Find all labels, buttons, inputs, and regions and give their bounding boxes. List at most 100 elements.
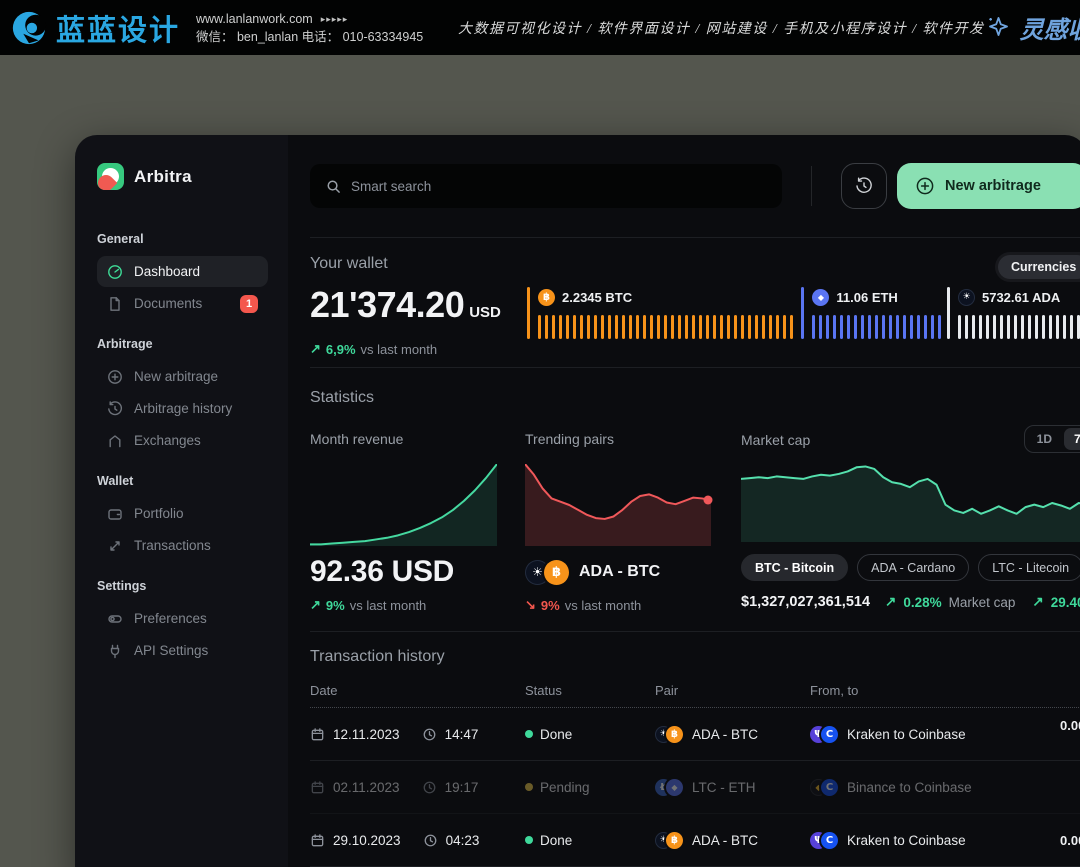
sidebar: Arbitra General Dashboard Documents 1 — [75, 135, 288, 867]
sidebar-item-dashboard[interactable]: Dashboard — [97, 256, 268, 287]
col-date: Date — [310, 683, 525, 698]
tx-pair: ADA - BTC — [655, 832, 810, 849]
wallet-amount-block: 21'374.20USD ↗ 6,9% vs last month — [310, 285, 527, 357]
coinbase-icon — [821, 779, 838, 796]
sidebar-item-api-settings[interactable]: API Settings — [97, 635, 268, 666]
transactions-header: Date Status Pair From, to — [310, 673, 1080, 708]
tx-date: 02.11.2023 19:17 — [310, 780, 525, 795]
coinbase-icon — [821, 726, 838, 743]
wallet-segment-ada: 5732.61 ADA — [947, 287, 1080, 339]
history-icon — [855, 177, 873, 195]
promo-banner: 蓝蓝设计 www.lanlanwork.com ▸▸▸▸▸ 微信： ben_la… — [0, 0, 1080, 55]
market-cap-chart — [741, 459, 1080, 542]
tx-date: 29.10.2023 04:23 — [310, 833, 525, 848]
sidebar-item-exchanges[interactable]: Exchanges — [97, 425, 268, 456]
toggle-currencies[interactable]: Currencies — [998, 255, 1080, 279]
sidebar-item-label: Exchanges — [134, 433, 201, 448]
btc-icon — [666, 726, 683, 743]
sidebar-item-transactions[interactable]: Transactions — [97, 530, 268, 561]
sidebar-item-new-arbitrage[interactable]: New arbitrage — [97, 361, 268, 392]
plus-circle-icon — [107, 369, 123, 385]
arbitra-app-window: Arbitra General Dashboard Documents 1 — [75, 135, 1080, 867]
market-cap-chips: BTC - Bitcoin ADA - Cardano LTC - Liteco… — [741, 554, 1080, 581]
transaction-row[interactable]: 29.10.2023 04:23 Done — [310, 814, 1080, 867]
url-arrows: ▸▸▸▸▸ — [321, 10, 349, 28]
banner-url[interactable]: www.lanlanwork.com — [196, 10, 313, 28]
col-route: From, to — [810, 683, 1060, 698]
sidebar-item-documents[interactable]: Documents 1 — [97, 288, 268, 319]
sparkle-icon — [985, 14, 1012, 41]
history-button[interactable] — [841, 163, 887, 209]
wallet-view-toggle: Currencies Exchanges — [995, 252, 1080, 282]
transaction-row[interactable]: 02.11.2023 19:17 Pending — [310, 761, 1080, 814]
arbitra-logo-icon — [97, 163, 124, 190]
trending-pairs-chart — [525, 464, 711, 546]
sidebar-item-arbitrage-history[interactable]: Arbitrage history — [97, 393, 268, 424]
tab-7d[interactable]: 7D — [1064, 428, 1080, 450]
sidebar-section-wallet: Wallet — [97, 474, 268, 488]
collect-label: 灵感收集 — [1020, 10, 1080, 45]
month-revenue-card: Month revenue 92.36 USD ↗ 9% vs last mon… — [310, 431, 497, 613]
col-status: Status — [525, 683, 655, 698]
market-cap-value: $1,327,027,361,514 — [741, 594, 870, 610]
sidebar-item-label: Portfolio — [134, 506, 184, 521]
market-cap-stats: $1,327,027,361,514 ↗ 0.28% Market cap ↗ … — [741, 594, 1080, 610]
banner-services: 大数据可视化设计 / 软件界面设计 / 网站建设 / 手机及小程序设计 / 软件… — [458, 18, 985, 38]
market-cap-label: Market cap — [741, 432, 810, 452]
statistics-title: Statistics — [310, 389, 1080, 407]
col-pair: Pair — [655, 683, 810, 698]
search-input[interactable] — [351, 179, 766, 194]
month-revenue-delta: ↗ 9% vs last month — [310, 597, 497, 613]
chip-ada-cardano[interactable]: ADA - Cardano — [857, 554, 969, 581]
new-arbitrage-button[interactable]: New arbitrage — [897, 163, 1080, 209]
history-icon — [107, 401, 123, 417]
chip-ltc-litecoin[interactable]: LTC - Litecoin — [978, 554, 1080, 581]
status-dot-done — [525, 836, 533, 844]
clock-icon — [423, 833, 438, 848]
app-brand[interactable]: Arbitra — [97, 163, 268, 190]
ada-icon — [958, 289, 975, 306]
tab-1d[interactable]: 1D — [1027, 428, 1062, 450]
btc-icon — [666, 832, 683, 849]
transaction-history-title: Transaction history — [310, 648, 1080, 666]
clock-icon — [422, 727, 437, 742]
app-brand-name: Arbitra — [134, 167, 192, 187]
lanlan-logo-icon — [10, 9, 48, 47]
wallet-holdings-bars: 2.2345 BTC11.06 ETH5732.61 ADA — [527, 287, 1080, 339]
sidebar-item-label: Preferences — [134, 611, 207, 626]
month-revenue-chart — [310, 464, 497, 546]
sidebar-item-preferences[interactable]: Preferences — [97, 603, 268, 634]
eth-icon — [666, 779, 683, 796]
plug-icon — [107, 643, 123, 659]
wallet-amount: 21'374.20USD — [310, 285, 527, 333]
wallet-section: Your wallet Currencies Exchanges 21'374.… — [310, 238, 1080, 368]
trending-pair-name: ADA - BTC — [579, 563, 660, 581]
sidebar-item-portfolio[interactable]: Portfolio — [97, 498, 268, 529]
tx-date: 12.11.2023 14:47 — [310, 727, 525, 742]
topbar: New arbitrage — [310, 135, 1080, 238]
documents-badge: 1 — [240, 295, 258, 313]
lanlan-logo-text: 蓝蓝设计 — [56, 7, 180, 49]
contact-block: www.lanlanwork.com ▸▸▸▸▸ 微信： ben_lanlan … — [196, 10, 458, 46]
eth-icon — [812, 289, 829, 306]
sidebar-item-label: API Settings — [134, 643, 208, 658]
desktop-background: Arbitra General Dashboard Documents 1 — [0, 55, 1080, 867]
btc-icon — [544, 560, 569, 585]
transaction-row[interactable]: 12.11.2023 14:47 Done — [310, 708, 1080, 761]
sidebar-item-label: Documents — [134, 296, 202, 311]
toggle-icon — [107, 611, 123, 627]
sidebar-section-general: General — [97, 232, 268, 246]
lanlan-brand[interactable]: 蓝蓝设计 — [0, 7, 196, 49]
chip-btc-bitcoin[interactable]: BTC - Bitcoin — [741, 554, 848, 581]
wallet-title: Your wallet — [310, 255, 1080, 273]
tx-amount: 0.0000 — [1060, 833, 1080, 848]
collect-link[interactable]: 灵感收集 — [985, 10, 1080, 45]
month-revenue-label: Month revenue — [310, 431, 497, 451]
tx-pair: LTC - ETH — [655, 779, 810, 796]
calendar-icon — [310, 727, 325, 742]
status-dot-done — [525, 730, 533, 738]
search-box[interactable] — [310, 164, 782, 208]
coinbase-icon — [821, 832, 838, 849]
file-icon — [107, 296, 123, 312]
btc-icon — [538, 289, 555, 306]
